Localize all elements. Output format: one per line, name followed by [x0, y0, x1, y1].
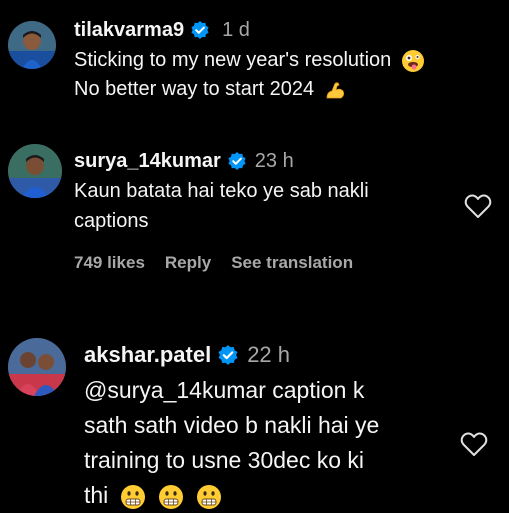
grimacing-face-emoji: [120, 484, 146, 510]
zany-face-emoji: [401, 49, 425, 73]
comment-tilakvarma9: tilakvarma9 1 d Sticking to my new year'…: [0, 0, 509, 110]
verified-badge-icon: [217, 344, 239, 366]
comment-text: Sticking to my new year's resolution No …: [74, 46, 425, 104]
comment-line: @surya_14kumar caption k: [84, 377, 365, 403]
comment-header: akshar.patel 22 h: [84, 337, 290, 373]
profile-photo-icon: [8, 338, 66, 396]
flexed-biceps-emoji: [324, 78, 348, 102]
timestamp: 22 h: [247, 342, 291, 367]
verified-badge-icon: [190, 20, 210, 40]
timestamp: 23 h: [254, 149, 294, 172]
avatar[interactable]: [8, 21, 56, 69]
comment-surya_14kumar: surya_14kumar 23 h Kaun batata hai teko …: [0, 130, 509, 290]
see-translation-link[interactable]: See translation: [231, 253, 353, 273]
verified-badge-icon: [227, 151, 247, 171]
comment-text: Kaun batata hai teko ye sab nakli captio…: [74, 176, 369, 236]
comment-line: thi: [84, 478, 379, 513]
avatar[interactable]: [8, 144, 62, 198]
comment-line: sath sath video b nakli hai ye: [84, 412, 380, 438]
comment-akshar.patel: akshar.patel 22 h @surya_14kumar caption…: [0, 330, 509, 512]
username[interactable]: akshar.patel: [84, 342, 211, 368]
grimacing-face-emoji: [196, 484, 222, 510]
comment-header: tilakvarma9 1 d: [74, 12, 250, 48]
comment-text: @surya_14kumar caption k sath sath video…: [84, 373, 379, 513]
username[interactable]: tilakvarma9: [74, 19, 184, 42]
reply-button[interactable]: Reply: [165, 253, 211, 273]
comment-line: Kaun batata hai teko ye sab nakli: [74, 180, 369, 202]
comment-header: surya_14kumar 23 h: [74, 143, 294, 179]
likes-count[interactable]: 749 likes: [74, 253, 145, 273]
username[interactable]: surya_14kumar: [74, 150, 221, 173]
like-heart-icon[interactable]: [460, 431, 488, 457]
comment-line: training to usne 30dec ko ki: [84, 447, 365, 473]
comment-actions: 749 likes Reply See translation: [74, 253, 353, 273]
comment-line: No better way to start 2024: [74, 75, 425, 104]
like-heart-icon[interactable]: [464, 193, 492, 219]
comment-line: Sticking to my new year's resolution: [74, 46, 425, 75]
profile-photo-icon: [8, 21, 56, 69]
comment-line: captions: [74, 210, 149, 232]
timestamp: 1 d: [222, 18, 250, 41]
profile-photo-icon: [8, 144, 62, 198]
avatar[interactable]: [8, 338, 66, 396]
grimacing-face-emoji: [158, 484, 184, 510]
